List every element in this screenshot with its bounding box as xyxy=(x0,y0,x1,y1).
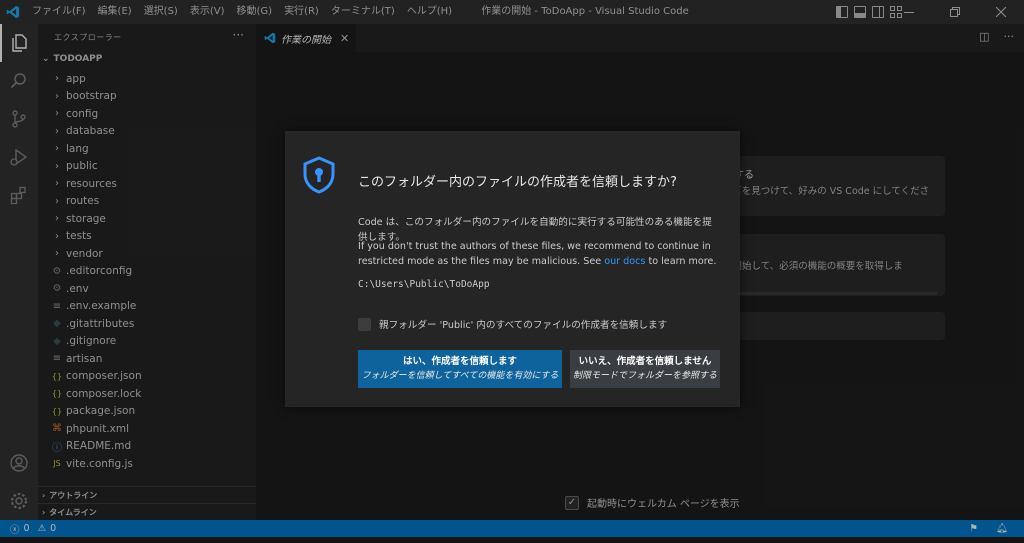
distrust-button-sublabel: 制限モードでフォルダーを参照する xyxy=(572,371,717,381)
distrust-authors-button[interactable]: いいえ、作成者を信頼しません 制限モードでフォルダーを参照する xyxy=(570,350,720,388)
docs-link[interactable]: our docs xyxy=(604,256,645,267)
shield-icon xyxy=(301,155,337,198)
workspace-trust-dialog: このフォルダー内のファイルの作成者を信頼しますか? Code は、このフォルダー… xyxy=(285,131,740,407)
trust-button-label: はい、作成者を信頼します xyxy=(402,356,517,367)
trust-button-sublabel: フォルダーを信頼してすべての機能を有効にする xyxy=(361,371,559,381)
message-text-end: to learn more. xyxy=(645,256,717,267)
folder-path: C:\Users\Public\ToDoApp xyxy=(358,279,490,290)
dialog-title: このフォルダー内のファイルの作成者を信頼しますか? xyxy=(358,175,677,190)
dialog-message-secondary: If you don't trust the authors of these … xyxy=(358,239,718,269)
trust-parent-checkbox[interactable] xyxy=(358,317,371,331)
trust-parent-option[interactable]: 親フォルダー 'Public' 内のすべてのファイルの作成者を信頼します xyxy=(358,317,667,331)
trust-parent-label: 親フォルダー 'Public' 内のすべてのファイルの作成者を信頼します xyxy=(379,320,668,331)
trust-authors-button[interactable]: はい、作成者を信頼します フォルダーを信頼してすべての機能を有効にする xyxy=(358,350,562,388)
distrust-button-label: いいえ、作成者を信頼しません xyxy=(578,356,712,367)
